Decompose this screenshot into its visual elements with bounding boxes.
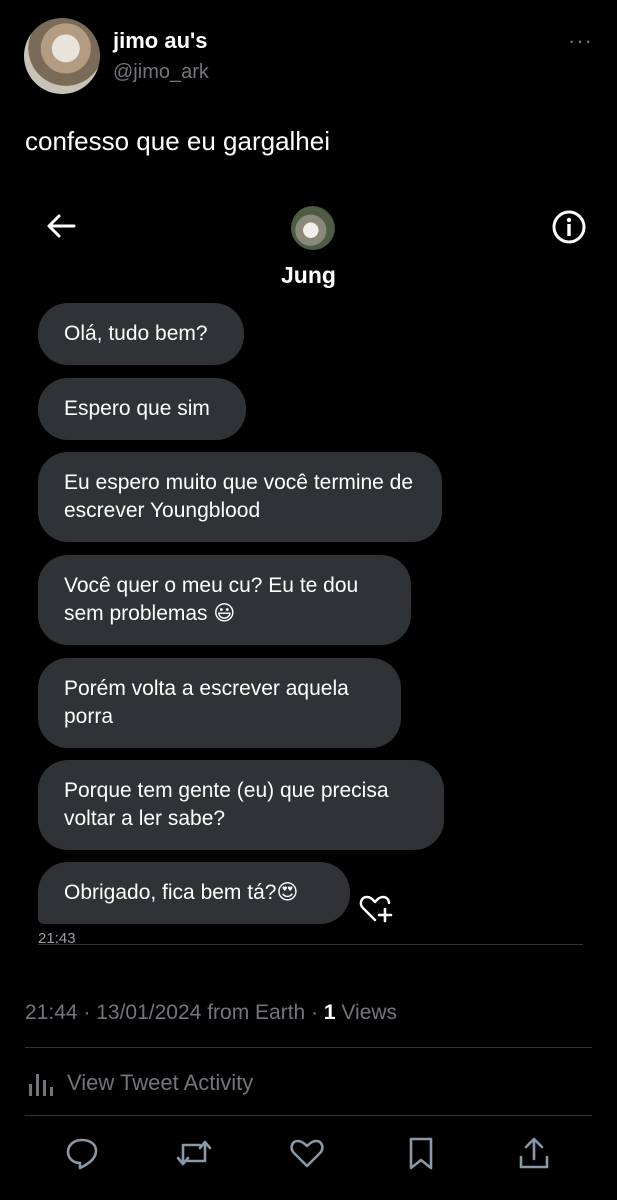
arrow-left-icon: [47, 214, 76, 238]
bookmark-icon[interactable]: [401, 1133, 441, 1173]
message-bubble: Eu espero muito que você termine de escr…: [38, 452, 442, 542]
divider: [25, 1047, 592, 1048]
tweet-action-bar: [0, 1133, 617, 1179]
retweet-icon[interactable]: [174, 1133, 214, 1173]
bar-chart-icon: [29, 1074, 53, 1096]
author-avatar[interactable]: [24, 18, 100, 94]
tweet-date[interactable]: 13/01/2024: [96, 1001, 201, 1024]
views-count: 1: [323, 1001, 336, 1024]
view-tweet-activity-button[interactable]: View Tweet Activity: [25, 1067, 253, 1099]
author-handle[interactable]: @jimo_ark: [113, 61, 209, 84]
more-options-icon[interactable]: ···: [568, 28, 593, 54]
divider: [38, 944, 583, 945]
tweet-time[interactable]: 21:44: [25, 1001, 78, 1024]
heart-icon[interactable]: [287, 1133, 327, 1173]
views-label: Views: [341, 1001, 398, 1024]
message-bubble: Obrigado, fica bem tá?😍: [38, 862, 350, 924]
info-icon: [552, 210, 586, 244]
share-icon[interactable]: [514, 1133, 554, 1173]
activity-label: View Tweet Activity: [67, 1070, 254, 1095]
contact-name: Jung: [281, 262, 336, 288]
message-bubble: Olá, tudo bem?: [38, 303, 244, 365]
message-bubble: Porque tem gente (eu) que precisa voltar…: [38, 760, 444, 850]
heart-plus-icon: [359, 895, 393, 923]
message-bubble: Espero que sim: [38, 378, 246, 440]
author-display-name[interactable]: jimo au's: [113, 28, 207, 54]
tweet-text: confesso que eu gargalhei: [25, 126, 331, 156]
message-bubble: Você quer o meu cu? Eu te dou sem proble…: [38, 555, 411, 645]
tweet-meta: 21:44 · 13/01/2024 from Earth · 1 Views: [25, 1001, 398, 1024]
message-bubble: Porém volta a escrever aquela porra: [38, 658, 401, 748]
divider: [25, 1115, 592, 1116]
reply-icon[interactable]: [62, 1133, 102, 1173]
contact-avatar: [291, 206, 335, 250]
tweet-source: from Earth: [207, 1001, 306, 1024]
